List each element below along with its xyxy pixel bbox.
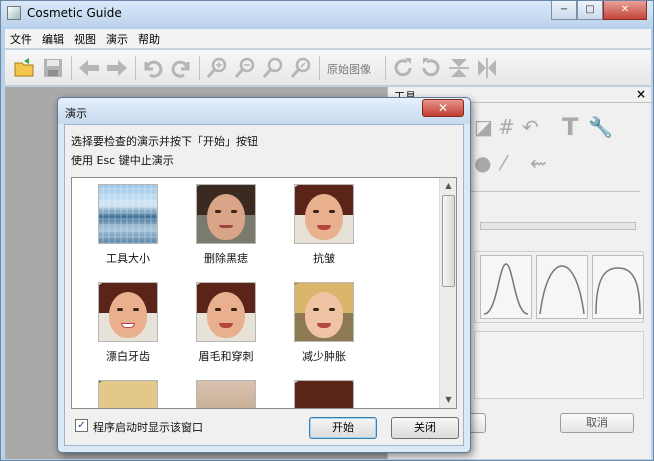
zoom-actual-icon[interactable] xyxy=(289,56,313,80)
dialog-title-bar: 演示 ✕ xyxy=(58,98,470,124)
toolbar-separator xyxy=(319,56,320,80)
demo-thumbnail xyxy=(294,184,354,244)
demo-list[interactable]: 工具大小 删除黑痣 抗皱 漂白牙齿 眉毛和穿刺 减少肿胀 ▲ ▼ xyxy=(71,177,457,409)
toolbar-separator xyxy=(385,56,386,80)
menu-help[interactable]: 帮助 xyxy=(133,31,165,47)
grid-icon[interactable]: # xyxy=(498,115,515,139)
brush-profile-medium[interactable] xyxy=(536,255,588,319)
flip-vertical-icon[interactable] xyxy=(447,56,471,80)
tool-options-box xyxy=(474,331,644,399)
tool-size-slider[interactable] xyxy=(480,222,636,230)
toolbar-separator xyxy=(199,56,200,80)
dropper-icon[interactable]: ⁄ xyxy=(502,151,505,175)
menu-bar: 文件 编辑 视图 演示 帮助 xyxy=(5,29,651,49)
demo-thumbnail xyxy=(294,282,354,342)
brush-profile-soft[interactable] xyxy=(480,255,532,319)
demo-list-scrollbar[interactable]: ▲ ▼ xyxy=(439,178,456,408)
toolbar-separator xyxy=(71,56,72,80)
show-on-startup-checkbox[interactable]: ✓ xyxy=(75,419,88,432)
title-bar: Cosmetic Guide − □ ✕ xyxy=(1,1,653,27)
crop-icon[interactable]: ◪ xyxy=(474,115,493,139)
rotate-cw-icon[interactable] xyxy=(391,56,415,80)
app-title: Cosmetic Guide xyxy=(27,6,122,20)
dialog-close-icon[interactable]: ✕ xyxy=(422,99,464,117)
curved-arrow-icon[interactable]: ↶ xyxy=(522,115,539,139)
undo-icon[interactable] xyxy=(141,56,165,80)
app-icon xyxy=(7,6,21,20)
maximize-button[interactable]: □ xyxy=(577,1,603,20)
save-icon[interactable] xyxy=(41,56,65,80)
menu-edit[interactable]: 编辑 xyxy=(37,31,69,47)
scroll-thumb[interactable] xyxy=(442,195,455,287)
redo-icon[interactable] xyxy=(169,56,193,80)
window-controls: − □ ✕ xyxy=(551,1,647,21)
menu-file[interactable]: 文件 xyxy=(5,31,37,47)
demo-label: 漂白牙齿 xyxy=(106,350,150,363)
text-tool-icon[interactable]: T xyxy=(562,113,578,141)
demo-thumbnail xyxy=(98,184,158,244)
dialog-title: 演示 xyxy=(65,107,87,120)
demo-thumbnail xyxy=(294,380,354,408)
scroll-down-icon[interactable]: ▼ xyxy=(441,392,456,408)
brush-icon[interactable]: ● xyxy=(474,151,491,175)
original-image-button[interactable]: 原始图像 xyxy=(327,61,371,77)
demo-label: 眉毛和穿刺 xyxy=(198,350,254,363)
demo-dialog: 演示 ✕ 选择要检查的演示并按下「开始」按钮 使用 Esc 键中止演示 工具大小 xyxy=(57,97,471,453)
dialog-esc-hint: 使用 Esc 键中止演示 xyxy=(71,154,174,167)
menu-demo[interactable]: 演示 xyxy=(101,31,133,47)
flip-horizontal-icon[interactable] xyxy=(475,56,499,80)
close-button[interactable]: ✕ xyxy=(603,1,647,20)
open-icon[interactable] xyxy=(13,56,37,80)
start-button[interactable]: 开始 xyxy=(309,417,377,439)
panel-divider xyxy=(450,191,640,192)
demo-label: 工具大小 xyxy=(106,252,150,265)
scroll-up-icon[interactable]: ▲ xyxy=(441,178,456,194)
demo-thumbnail xyxy=(98,380,158,408)
wrench-icon[interactable]: 🔧 xyxy=(588,115,613,139)
demo-label: 减少肿胀 xyxy=(302,350,346,363)
toolbar-separator xyxy=(135,56,136,80)
tools-panel-close-button[interactable]: × xyxy=(636,87,646,101)
show-on-startup-label[interactable]: 程序启动时显示该窗口 xyxy=(93,419,203,435)
brush-profile-hard[interactable] xyxy=(592,255,644,319)
forward-arrow-icon[interactable] xyxy=(105,56,129,80)
zoom-fit-icon[interactable] xyxy=(261,56,285,80)
demo-thumbnail xyxy=(196,184,256,244)
demo-thumbnail xyxy=(196,380,256,408)
close-dialog-button[interactable]: 关闭 xyxy=(391,417,459,439)
demo-thumbnail xyxy=(196,282,256,342)
menu-view[interactable]: 视图 xyxy=(69,31,101,47)
toolbar: 原始图像 xyxy=(5,50,651,86)
panel-cancel-button[interactable]: 取消 xyxy=(560,413,634,433)
dialog-body: 选择要检查的演示并按下「开始」按钮 使用 Esc 键中止演示 工具大小 删除黑痣… xyxy=(64,124,464,446)
zoom-out-icon[interactable] xyxy=(233,56,257,80)
arrow-tool-icon[interactable]: ⇜ xyxy=(530,151,547,175)
back-arrow-icon[interactable] xyxy=(77,56,101,80)
demo-thumbnail xyxy=(98,282,158,342)
demo-label: 删除黑痣 xyxy=(204,252,248,265)
rotate-ccw-icon[interactable] xyxy=(419,56,443,80)
demo-label: 抗皱 xyxy=(313,252,335,265)
dialog-instruction: 选择要检查的演示并按下「开始」按钮 xyxy=(71,135,258,148)
zoom-in-icon[interactable] xyxy=(205,56,229,80)
minimize-button[interactable]: − xyxy=(551,1,577,20)
